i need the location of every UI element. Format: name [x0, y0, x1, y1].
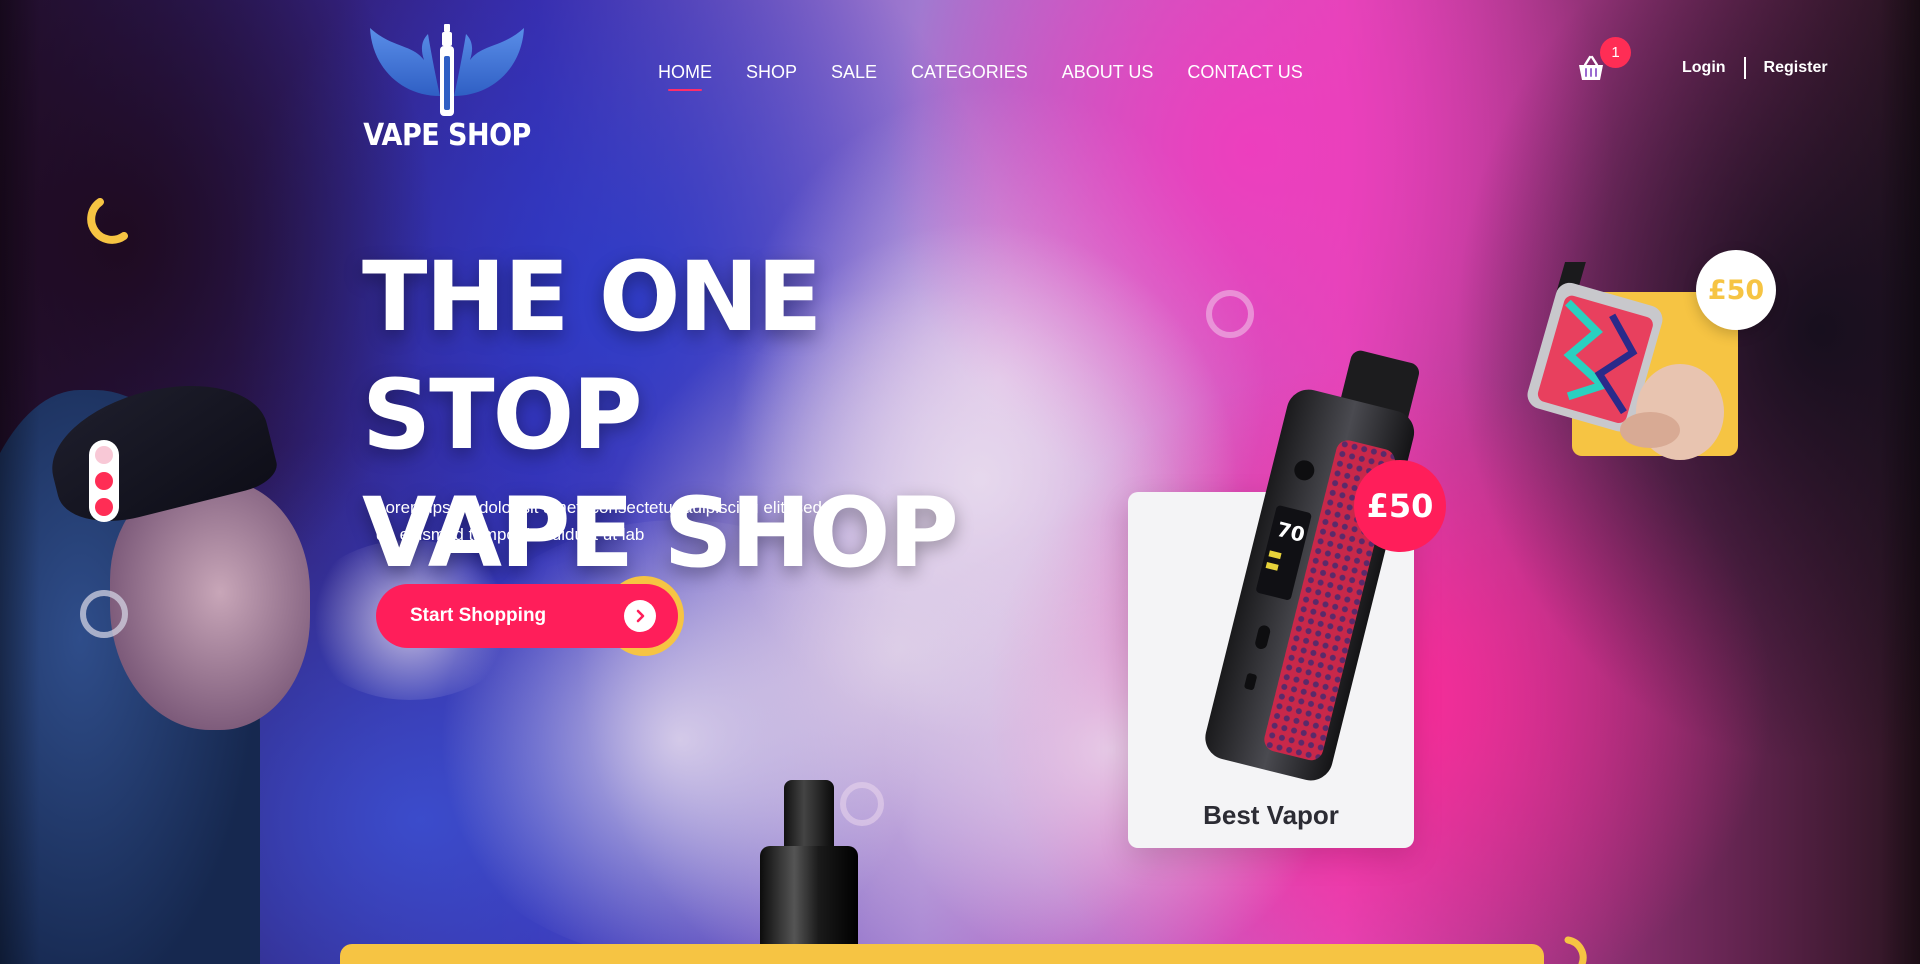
slider-dot-1[interactable] — [95, 446, 113, 464]
hero-title-line-1: THE ONE STOP — [362, 241, 822, 471]
edge-shade-left — [0, 0, 40, 964]
start-shopping-button[interactable]: Start Shopping — [376, 584, 678, 648]
slider-pagination — [89, 440, 119, 522]
vape-pod-device-image: 70 — [1205, 350, 1420, 781]
tank-top — [784, 780, 834, 850]
product-name: Best Vapor — [1203, 800, 1339, 830]
slider-dot-2[interactable] — [95, 472, 113, 490]
nav-item-categories[interactable]: CATEGORIES — [911, 62, 1028, 83]
decorative-arc — [87, 198, 128, 244]
decorative-ring — [80, 590, 128, 638]
decorative-arc — [1564, 936, 1587, 964]
secondary-price-badge: £50 — [1696, 250, 1776, 330]
main-nav: HOME SHOP SALE CATEGORIES ABOUT US CONTA… — [658, 62, 1337, 91]
edge-shade-right — [1880, 0, 1920, 964]
start-shopping-label: Start Shopping — [410, 605, 547, 626]
nav-item-sale[interactable]: SALE — [831, 62, 877, 83]
nav-item-contact-us[interactable]: CONTACT US — [1187, 62, 1302, 83]
face-shape — [110, 480, 310, 730]
slider-dot-3[interactable] — [95, 498, 113, 516]
nav-item-about-us[interactable]: ABOUT US — [1062, 62, 1154, 83]
nav-item-home[interactable]: HOME — [658, 62, 712, 91]
login-link[interactable]: Login — [1682, 59, 1726, 77]
decorative-ring — [1206, 290, 1254, 338]
wings-logo-icon — [370, 24, 524, 116]
nav-item-shop[interactable]: SHOP — [746, 62, 797, 83]
logo-text: VAPE SHOP — [363, 118, 531, 153]
person-image — [0, 365, 380, 964]
decorative-ring — [840, 782, 884, 826]
chevron-right-icon — [624, 600, 656, 632]
bottom-section-bar — [340, 944, 1544, 964]
cart-count-badge: 1 — [1600, 37, 1631, 68]
register-link[interactable]: Register — [1764, 59, 1828, 77]
auth-divider — [1743, 57, 1746, 79]
hero-subtitle: Lorem ipsum dolor sit amet, consectetur … — [376, 498, 822, 544]
brand-logo[interactable]: VAPE SHOP — [362, 18, 532, 158]
price-badge: £50 — [1354, 460, 1446, 552]
auth-links: Login Register — [1682, 57, 1828, 79]
